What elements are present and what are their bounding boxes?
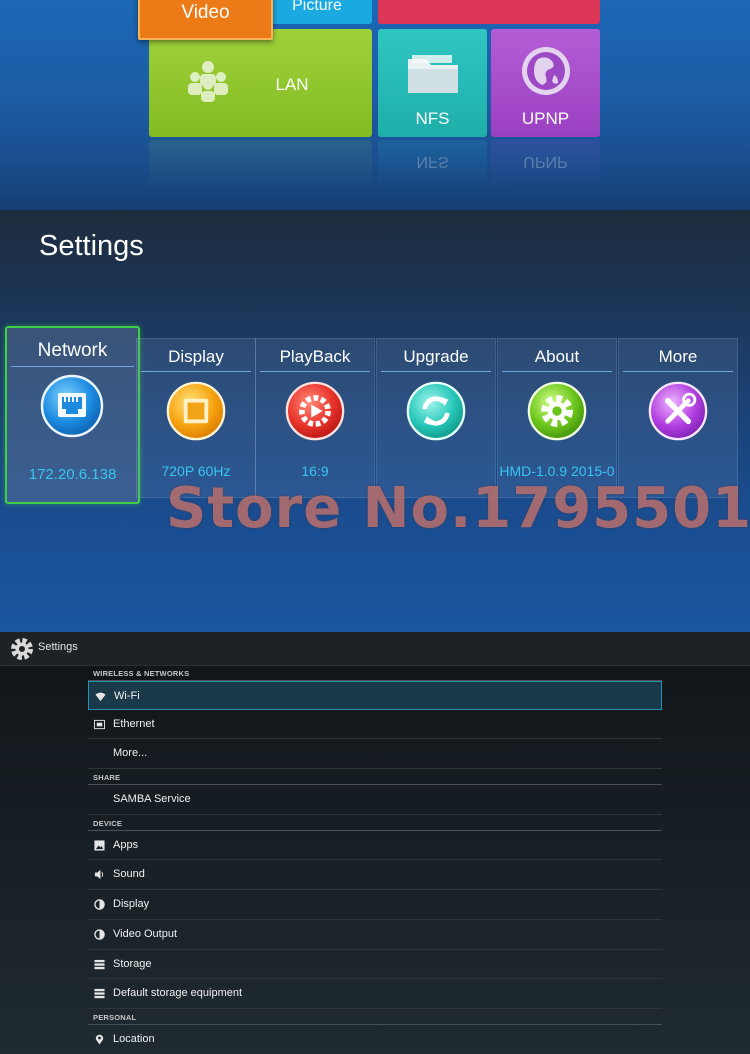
lan-tile[interactable]: LAN	[149, 29, 372, 137]
list-item-wifi[interactable]: Wi-Fi	[88, 681, 662, 710]
card-playback[interactable]: PlayBack 16:9	[255, 338, 375, 498]
card-about[interactable]: About HMD-1.0.9 2015-0	[497, 338, 617, 498]
settings-gear-icon[interactable]	[9, 636, 35, 662]
card-value: 172.20.6.138	[28, 466, 117, 483]
upnp-tile-reflection: UPNP	[491, 140, 600, 190]
list-item-label: Video Output	[113, 927, 178, 940]
card-title: Upgrade	[381, 347, 491, 372]
list-item-label: Default storage equipment	[113, 987, 243, 1000]
storage-icon	[94, 959, 105, 969]
list-item-label: More...	[113, 747, 148, 760]
nfs-tile-reflection: NFS	[378, 140, 487, 190]
apps-icon	[94, 840, 105, 851]
wifi-icon	[95, 692, 106, 702]
lan-tile-label: LAN	[275, 75, 309, 94]
network-icon	[40, 374, 104, 438]
upnp-tile[interactable]: UPNP	[491, 29, 600, 137]
card-network[interactable]: Network 172.20.6.138	[5, 326, 140, 504]
storage-icon	[94, 989, 105, 999]
globe-icon	[522, 47, 570, 95]
list-item-label: Storage	[113, 957, 152, 970]
about-gear-icon	[527, 381, 587, 441]
nfs-tile-label: NFS	[415, 109, 450, 128]
picture-tile[interactable]: Picture	[262, 0, 372, 24]
list-item-sound[interactable]: Sound	[88, 860, 662, 891]
list-item-default-storage[interactable]: Default storage equipment	[88, 979, 662, 1009]
list-item-location[interactable]: Location	[88, 1025, 662, 1054]
lan-tile-reflection	[149, 140, 372, 190]
card-title: PlayBack	[260, 347, 370, 372]
list-item-ethernet[interactable]: Ethernet	[88, 710, 662, 740]
brightness-icon	[94, 929, 105, 940]
brightness-icon	[94, 899, 105, 910]
list-item-video-output[interactable]: Video Output	[88, 920, 662, 950]
card-title: Network	[11, 340, 134, 367]
list-item-storage[interactable]: Storage	[88, 950, 662, 980]
list-item-label: Display	[113, 898, 150, 911]
media-tiles-panel: Picture Video LAN NFS UPNP NFS UPNP	[0, 0, 750, 210]
section-header-device: DEVICE	[88, 815, 662, 831]
red-tile[interactable]	[378, 0, 600, 24]
video-tile-label: Video	[181, 2, 230, 23]
nfs-tile[interactable]: NFS	[378, 29, 487, 137]
nfs-reflection-label: NFS	[416, 153, 449, 170]
upgrade-icon	[406, 381, 466, 441]
card-upgrade[interactable]: Upgrade	[376, 338, 496, 498]
tools-icon	[648, 381, 708, 441]
list-item-label: Location	[113, 1032, 155, 1045]
folder-icon	[408, 55, 458, 93]
section-header-personal: PERSONAL	[88, 1009, 662, 1025]
action-bar: Settings	[0, 632, 750, 666]
settings-list: WIRELESS & NETWORKS Wi-Fi Ethernet More.…	[88, 665, 662, 1054]
ethernet-icon	[94, 719, 105, 729]
store-watermark: Store No.1795501	[166, 476, 750, 541]
playback-icon	[285, 381, 345, 441]
list-item-display[interactable]: Display	[88, 890, 662, 920]
speaker-icon	[94, 870, 104, 880]
section-header-share: SHARE	[88, 769, 662, 786]
list-item-samba[interactable]: SAMBA Service	[88, 785, 662, 815]
list-item-more[interactable]: More...	[88, 739, 662, 770]
list-item-label: Sound	[113, 868, 145, 881]
card-title: Display	[141, 347, 251, 372]
card-more[interactable]: More	[618, 338, 738, 498]
page-title: Settings	[39, 230, 144, 262]
list-item-label: Apps	[113, 838, 139, 851]
display-icon	[166, 381, 226, 441]
action-bar-title: Settings	[38, 641, 78, 653]
section-header-wireless: WIRELESS & NETWORKS	[88, 665, 662, 681]
card-title: About	[502, 347, 612, 372]
list-item-label: SAMBA Service	[113, 793, 191, 806]
card-title: More	[623, 347, 733, 372]
android-settings-panel: Settings WIRELESS & NETWORKS Wi-Fi Ether…	[0, 632, 750, 1054]
list-item-apps[interactable]: Apps	[88, 831, 662, 861]
card-display[interactable]: Display 720P 60Hz	[136, 338, 256, 498]
list-item-label: Ethernet	[113, 717, 155, 730]
video-tile[interactable]: Video	[138, 0, 273, 40]
list-item-label: Wi-Fi	[114, 690, 140, 702]
upnp-tile-label: UPNP	[521, 109, 570, 128]
upnp-reflection-label: UPNP	[523, 153, 568, 170]
settings-launcher-panel: Settings Network 172.20.6.138 Display 72…	[0, 210, 750, 632]
location-pin-icon	[95, 1034, 104, 1045]
picture-tile-label: Picture	[292, 0, 342, 14]
